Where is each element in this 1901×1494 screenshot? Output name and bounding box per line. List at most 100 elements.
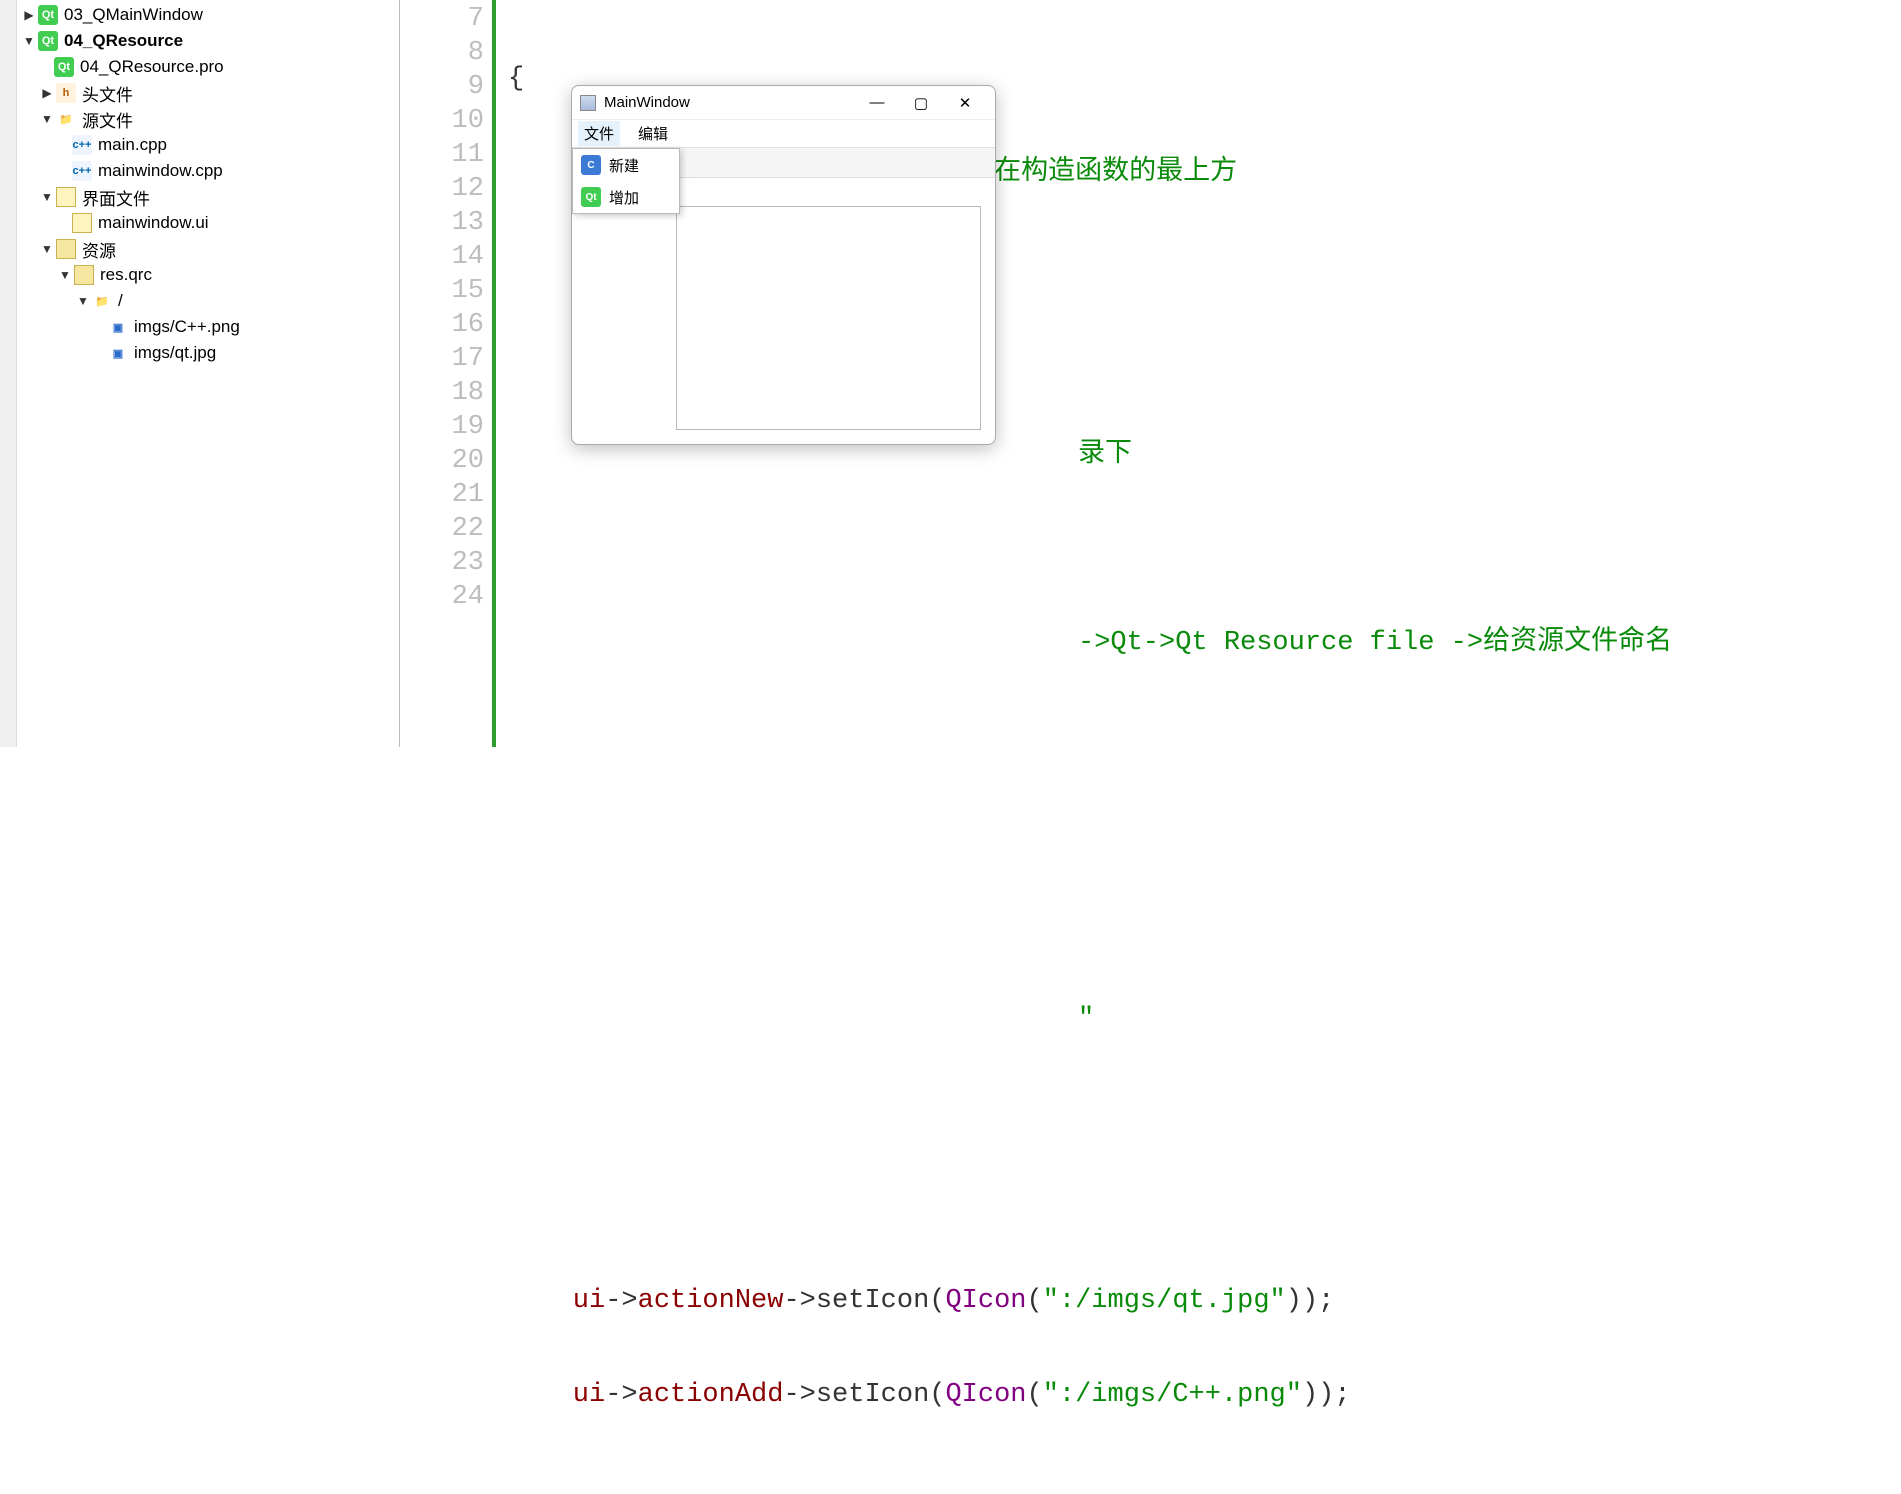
resource-prefix[interactable]: ▼ 📁 / [0, 288, 399, 314]
line-number: 24 [400, 580, 484, 614]
text-edit-widget[interactable] [676, 206, 981, 430]
running-app-window[interactable]: MainWindow — ▢ ✕ 文件 编辑 C 新建 Qt 增加 [571, 85, 996, 445]
line-number: 20 [400, 444, 484, 478]
resource-item[interactable]: ▣ imgs/C++.png [0, 314, 399, 340]
code-token: setIcon [816, 1380, 929, 1410]
chevron-down-icon[interactable]: ▼ [58, 268, 72, 282]
line-number: 23 [400, 546, 484, 580]
line-number: 15 [400, 274, 484, 308]
line-number: 16 [400, 308, 484, 342]
window-title: MainWindow [604, 94, 855, 111]
code-token: -> [783, 1380, 815, 1410]
maximize-button[interactable]: ▢ [899, 88, 943, 118]
group-label: 头文件 [82, 81, 133, 106]
code-token: actionNew [638, 1286, 784, 1316]
chevron-down-icon[interactable]: ▼ [22, 34, 36, 48]
action-label: 新建 [609, 155, 639, 176]
project-name: 04_QResource [64, 31, 183, 51]
image-file-icon: ▣ [108, 343, 128, 363]
line-number: 7 [400, 2, 484, 36]
line-number: 11 [400, 138, 484, 172]
resources-icon [56, 239, 76, 259]
code-token: -> [605, 1286, 637, 1316]
line-number: 17 [400, 342, 484, 376]
line-number: 12 [400, 172, 484, 206]
image-file-icon: ▣ [108, 317, 128, 337]
central-widget [572, 178, 995, 444]
code-token: )); [1286, 1286, 1335, 1316]
chevron-down-icon[interactable]: ▼ [40, 190, 54, 204]
group-label: 界面文件 [82, 185, 150, 210]
resource-item[interactable]: ▣ imgs/qt.jpg [0, 340, 399, 366]
code-comment: " [1078, 1004, 1094, 1034]
chevron-down-icon[interactable]: ▼ [40, 242, 54, 256]
group-label: 源文件 [82, 107, 133, 132]
file-name: res.qrc [100, 265, 152, 285]
line-number: 8 [400, 36, 484, 70]
project-node-collapsed[interactable]: ▶ Qt 03_QMainWindow [0, 2, 399, 28]
menu-action-new[interactable]: C 新建 [573, 149, 679, 181]
file-menu-dropdown[interactable]: C 新建 Qt 增加 [572, 148, 680, 214]
minimize-button[interactable]: — [855, 88, 899, 118]
header-folder-icon: h [56, 83, 76, 103]
code-token: ( [1027, 1380, 1043, 1410]
sources-group[interactable]: ▼ 📁 源文件 [0, 106, 399, 132]
code-token: QIcon [945, 1286, 1026, 1316]
code-token: QIcon [945, 1380, 1026, 1410]
ui-folder-icon [56, 187, 76, 207]
headers-group[interactable]: ▶ h 头文件 [0, 80, 399, 106]
file-name: mainwindow.ui [98, 213, 209, 233]
close-button[interactable]: ✕ [943, 88, 987, 118]
source-file[interactable]: c++ mainwindow.cpp [0, 158, 399, 184]
code-token: setIcon [816, 1286, 929, 1316]
code-token: )); [1302, 1380, 1351, 1410]
line-number: 13 [400, 206, 484, 240]
qrc-file-icon [74, 265, 94, 285]
menu-edit[interactable]: 编辑 [632, 121, 674, 146]
file-name: imgs/C++.png [134, 317, 240, 337]
resources-group[interactable]: ▼ 资源 [0, 236, 399, 262]
code-comment: ->Qt->Qt Resource file ->给资源文件命名 [1078, 628, 1672, 658]
line-number: 19 [400, 410, 484, 444]
qt-icon: Qt [581, 187, 601, 207]
chevron-down-icon[interactable]: ▼ [76, 294, 90, 308]
source-folder-icon: 📁 [56, 109, 76, 129]
line-number: 9 [400, 70, 484, 104]
chevron-right-icon[interactable]: ▶ [22, 8, 36, 22]
line-number: 22 [400, 512, 484, 546]
code-token: actionAdd [638, 1380, 784, 1410]
line-number: 18 [400, 376, 484, 410]
line-number: 21 [400, 478, 484, 512]
window-icon [580, 95, 596, 111]
file-name: mainwindow.cpp [98, 161, 223, 181]
code-token: ( [1027, 1286, 1043, 1316]
window-titlebar[interactable]: MainWindow — ▢ ✕ [572, 86, 995, 120]
code-token: ( [929, 1380, 945, 1410]
code-token: ui [508, 1380, 605, 1410]
project-tree[interactable]: ▶ Qt 03_QMainWindow ▼ Qt 04_QResource Qt… [0, 0, 400, 747]
qt-project-icon: Qt [38, 5, 58, 25]
group-label: 资源 [82, 237, 116, 262]
ui-file[interactable]: mainwindow.ui [0, 210, 399, 236]
code-token: ( [929, 1286, 945, 1316]
prefix-label: / [118, 291, 123, 311]
pro-file-node[interactable]: Qt 04_QResource.pro [0, 54, 399, 80]
code-token: ui [508, 1286, 605, 1316]
project-node-expanded[interactable]: ▼ Qt 04_QResource [0, 28, 399, 54]
line-number: 10 [400, 104, 484, 138]
qrc-file[interactable]: ▼ res.qrc [0, 262, 399, 288]
action-label: 增加 [609, 187, 639, 208]
source-file[interactable]: c++ main.cpp [0, 132, 399, 158]
menu-file[interactable]: 文件 [578, 121, 620, 146]
forms-group[interactable]: ▼ 界面文件 [0, 184, 399, 210]
chevron-right-icon[interactable]: ▶ [40, 86, 54, 100]
menu-action-add[interactable]: Qt 增加 [573, 181, 679, 213]
code-token: -> [783, 1286, 815, 1316]
code-comment: 录下 [1078, 440, 1132, 470]
menubar[interactable]: 文件 编辑 [572, 120, 995, 148]
chevron-down-icon[interactable]: ▼ [40, 112, 54, 126]
ui-file-icon [72, 213, 92, 233]
qt-project-icon: Qt [38, 31, 58, 51]
file-name: main.cpp [98, 135, 167, 155]
code-string: ":/imgs/qt.jpg" [1043, 1286, 1286, 1316]
